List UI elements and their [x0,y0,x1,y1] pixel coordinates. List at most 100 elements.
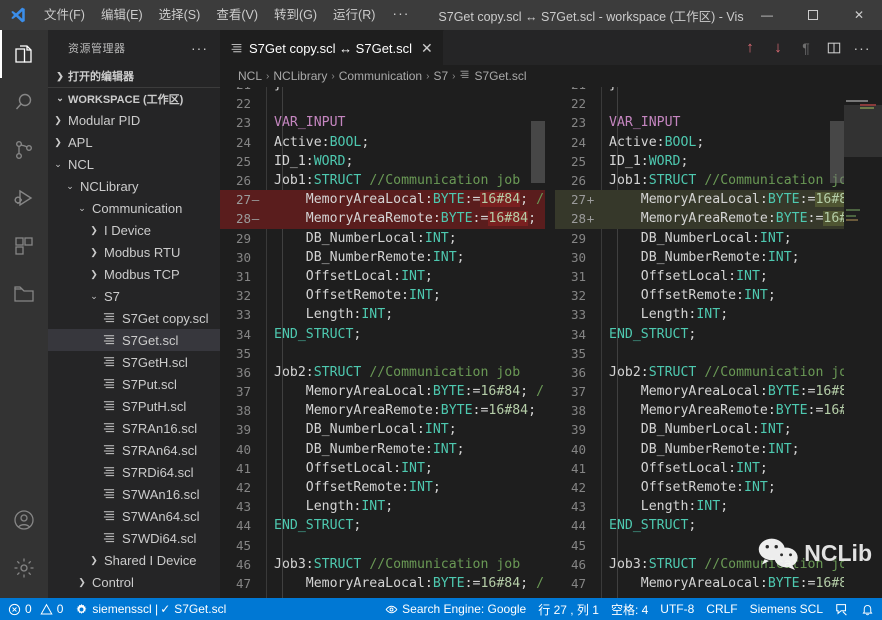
tree-folder-item[interactable]: ❯ Modbus RTU [48,241,220,263]
tab-label: S7Get copy.scl ↔ S7Get.scl [249,40,413,56]
warning-count: 0 [56,602,64,616]
breadcrumb-item[interactable]: NCLibrary [273,69,327,83]
settings-gear-icon[interactable] [0,544,48,592]
tree-folder-item[interactable]: ❯ Control [48,571,220,593]
previous-change-button[interactable]: ↑ [736,30,764,65]
maximize-button[interactable] [790,0,836,30]
line-number-value: 39 [235,422,251,438]
diff-sign: – [251,192,260,208]
minimize-button[interactable]: — [744,0,790,30]
tree-folder-item[interactable]: ❯ APL [48,131,220,153]
sidebar-more-icon[interactable]: ··· [191,40,212,56]
tree-folder-item[interactable]: ❯ Shared I Device [48,549,220,571]
tab-s7get-diff[interactable]: S7Get copy.scl ↔ S7Get.scl ✕ [220,30,444,65]
tree-folder-item[interactable]: ⌄ Communication [48,197,220,219]
line-number-value: 33 [570,307,586,323]
tree-folder-item[interactable]: ❯ Modbus TCP [48,263,220,285]
problems-status[interactable]: 0 0 [2,598,69,620]
extensions-icon[interactable] [0,222,48,270]
tree-file-item[interactable]: S7RDi64.scl [48,461,220,483]
tree-folder-item[interactable]: ⌄ NCLibrary [48,175,220,197]
tab-bar-filler [443,30,736,65]
original-scrollbar[interactable] [531,87,545,598]
window-title: S7Get copy.scl ↔ S7Get.scl - workspace (… [438,9,744,24]
more-actions-button[interactable]: ··· [848,30,876,65]
tree-file-item[interactable]: S7PutH.scl [48,395,220,417]
tree-file-item[interactable]: S7RAn64.scl [48,439,220,461]
scl-file-icon [102,531,118,545]
tree-file-item[interactable]: S7GetH.scl [48,351,220,373]
line-number-value: 23 [570,115,586,131]
siemens-gear-icon [76,603,87,614]
menu-selection[interactable]: 选择(S) [151,0,209,30]
breadcrumb-item[interactable]: S7 [433,69,448,83]
original-scrollbar-thumb[interactable] [531,121,545,183]
tab-close-icon[interactable]: ✕ [421,41,433,55]
code-line: 44 END_STRUCT; [220,516,545,535]
tree-file-item[interactable]: S7WAn64.scl [48,505,220,527]
line-number: 41 [555,461,601,476]
diff-pane-original[interactable]: 21} 22 23 VAR_INPUT 24 Active:BOOL; 25 ID_1:WOR… [220,87,545,598]
language-mode-status[interactable]: Siemens SCL [744,598,829,620]
line-number-value: 31 [570,268,586,284]
next-change-button[interactable]: ↓ [764,30,792,65]
line-number: 28+ [555,211,601,226]
tree-folder-item[interactable]: ⌄ NCL [48,153,220,175]
menu-more-icon[interactable]: ··· [383,0,418,30]
tree-file-item[interactable]: S7Get.scl [48,329,220,351]
menu-bar[interactable]: 文件(F) 编辑(E) 选择(S) 查看(V) 转到(G) 运行(R) ··· [36,0,418,30]
line-number: 26 [220,173,266,188]
file-tree[interactable]: ❯ Modular PID ❯ APL ⌄ NCL ⌄ NCLibrary ⌄ Communica… [48,109,220,598]
line-number-value: 22 [235,96,251,112]
indentation-status[interactable]: 空格: 4 [605,598,654,620]
search-engine-status[interactable]: Search Engine: Google [379,598,532,620]
line-number-value: 38 [570,403,586,419]
menu-run[interactable]: 运行(R) [325,0,383,30]
eol-status[interactable]: CRLF [700,598,743,620]
breadcrumb-item[interactable]: Communication [339,69,422,83]
tree-file-item[interactable]: S7WDi64.scl [48,527,220,549]
minimap[interactable] [844,87,882,598]
code-text: Job1:STRUCT //Communication job [274,173,521,189]
source-control-icon[interactable] [0,126,48,174]
line-number-value: 44 [235,518,251,534]
cursor-position-status[interactable]: 行 27 , 列 1 [532,598,605,620]
run-debug-icon[interactable] [0,174,48,222]
tree-file-item[interactable]: S7Put.scl [48,373,220,395]
encoding-status[interactable]: UTF-8 [654,598,700,620]
close-button[interactable]: ✕ [836,0,882,30]
line-number: 45 [220,538,266,553]
section-open-editors[interactable]: ❯ 打开的编辑器 [48,65,220,87]
folder-icon[interactable] [0,270,48,318]
tree-folder-item[interactable]: ⌄ S7 [48,285,220,307]
diff-pane-modified[interactable]: 21}2223VAR_INPUT24Active:BOOL;25ID_1:WOR… [555,87,882,598]
menu-view[interactable]: 查看(V) [208,0,266,30]
line-number: 25 [555,154,601,169]
split-editor-button[interactable] [820,30,848,65]
open-editors-label: 打开的编辑器 [68,71,134,83]
menu-file[interactable]: 文件(F) [36,0,93,30]
bell-icon[interactable] [855,598,880,620]
tree-file-item[interactable]: S7WAn16.scl [48,483,220,505]
extension-status[interactable]: siemensscl | ✓ S7Get.scl [69,598,232,620]
line-number: 30 [220,250,266,265]
tree-folder-item[interactable]: ❯ Modular PID [48,109,220,131]
section-workspace[interactable]: ⌄ WORKSPACE (工作区) [48,87,220,109]
feedback-icon[interactable] [829,598,855,620]
search-icon[interactable] [0,78,48,126]
explorer-icon[interactable] [0,30,48,78]
menu-edit[interactable]: 编辑(E) [93,0,151,30]
modified-scrollbar[interactable] [830,87,844,598]
code-text: DB_NumberRemote:INT; [305,441,465,457]
account-icon[interactable] [0,496,48,544]
breadcrumb-item[interactable]: NCL [238,69,262,83]
toggle-whitespace-button[interactable]: ¶ [792,30,820,65]
breadcrumb[interactable]: NCL › NCLibrary › Communication › S7 › S7Get.scl [220,65,882,87]
code-line: 21} [220,87,545,94]
menu-go[interactable]: 转到(G) [266,0,325,30]
tree-folder-item[interactable]: ❯ I Device [48,219,220,241]
tree-file-item[interactable]: S7Get copy.scl [48,307,220,329]
breadcrumb-item[interactable]: S7Get.scl [459,69,527,83]
modified-scrollbar-thumb[interactable] [830,121,844,183]
tree-file-item[interactable]: S7RAn16.scl [48,417,220,439]
